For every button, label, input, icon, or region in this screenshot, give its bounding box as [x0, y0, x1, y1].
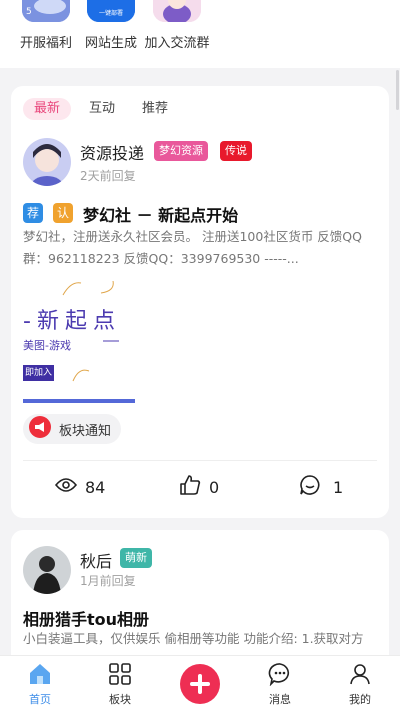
- level-badge: 传说: [220, 141, 252, 161]
- gift-app-icon: 5: [22, 0, 70, 22]
- comment-icon[interactable]: [299, 474, 321, 500]
- views-count: 84: [85, 477, 106, 497]
- nav-label: 我的: [349, 693, 371, 706]
- comments-count: 1: [333, 477, 344, 497]
- tab-interactive[interactable]: 互动: [89, 98, 115, 120]
- website-builder-app-icon: 一键部署: [87, 0, 135, 22]
- user-badge: 梦幻资源: [154, 141, 208, 161]
- recommend-tag: 荐: [23, 203, 43, 223]
- avatar[interactable]: [23, 546, 71, 594]
- home-icon: [28, 664, 52, 690]
- scrollbar[interactable]: [396, 70, 399, 110]
- avatar[interactable]: [23, 138, 71, 186]
- banner-join-button: 即加入: [23, 365, 55, 381]
- post-title[interactable]: 相册猎手tou相册: [23, 606, 149, 630]
- reply-time: 1月前回复: [80, 574, 136, 588]
- verified-tag: 认: [53, 203, 73, 223]
- tab-recommended[interactable]: 推荐: [142, 98, 168, 120]
- eye-icon: [54, 477, 78, 497]
- nav-home[interactable]: 首页: [10, 662, 70, 707]
- banner-headline: -新起点: [23, 309, 121, 334]
- author-name[interactable]: 资源投递: [80, 140, 144, 164]
- plus-icon: [180, 674, 220, 708]
- likes-stat[interactable]: 0: [179, 474, 219, 500]
- reply-time: 2天前回复: [80, 169, 136, 183]
- bottom-nav: 首页 板块 消息 我的: [0, 655, 400, 711]
- views-stat: 84: [54, 474, 106, 500]
- post-image[interactable]: -新起点 美图-游戏 即加入: [23, 281, 135, 403]
- quick-link-label: 加入交流群: [144, 36, 210, 51]
- thumbs-up-icon[interactable]: [179, 474, 201, 500]
- chat-bubble-icon: [268, 663, 292, 690]
- user-badge: 萌新: [120, 548, 152, 568]
- anime-group-app-icon: [153, 0, 201, 22]
- author-name[interactable]: 秋后: [80, 548, 112, 572]
- grid-icon: [108, 663, 132, 690]
- nav-create-button[interactable]: [180, 664, 220, 704]
- nav-label: 首页: [29, 693, 51, 706]
- likes-count: 0: [209, 477, 220, 497]
- person-icon: [348, 664, 372, 690]
- post-title: 梦幻社 － 新起点开始: [83, 206, 239, 225]
- nav-sections[interactable]: 板块: [90, 662, 150, 707]
- post-excerpt-line: 群：962118223 反馈QQ：3399769530 -----...: [23, 251, 299, 266]
- website-builder-icon-text: 一键部署: [99, 9, 123, 17]
- banner-subtitle: 美图-游戏: [23, 339, 71, 352]
- section-chip[interactable]: 板块通知: [23, 414, 122, 444]
- post-excerpt-line: 小白装逼工具，仅供娱乐 偷相册等功能 功能介绍: 1.获取对方: [23, 631, 364, 646]
- banner-bar: [23, 399, 135, 403]
- quick-links-bar: 5 开服福利 一键部署 网站生成 加入交流群: [0, 0, 400, 68]
- nav-messages[interactable]: 消息: [250, 662, 310, 707]
- section-name: 板块通知: [59, 423, 112, 439]
- quick-link-label: 网站生成: [84, 36, 138, 51]
- post-card[interactable]: 秋后 萌新 1月前回复 相册猎手tou相册 小白装逼工具，仅供娱乐 偷相册等功能…: [11, 530, 389, 670]
- svg-text:5: 5: [26, 7, 32, 17]
- comments-stat[interactable]: 1: [299, 474, 343, 500]
- nav-profile[interactable]: 我的: [330, 662, 390, 707]
- quick-link-label: 开服福利: [19, 36, 73, 51]
- post-card[interactable]: 最新 互动 推荐 资源投递 梦幻资源 传说 2天前回复 荐 认 梦幻社 － 新起…: [11, 86, 389, 518]
- post-excerpt-line: 梦幻社，注册送永久社区会员。 注册送100社区货币 反馈QQ: [23, 229, 362, 244]
- nav-label: 消息: [269, 693, 291, 706]
- megaphone-icon: [29, 416, 51, 442]
- divider: [23, 460, 377, 461]
- tab-latest[interactable]: 最新: [23, 98, 72, 120]
- nav-label: 板块: [109, 693, 131, 706]
